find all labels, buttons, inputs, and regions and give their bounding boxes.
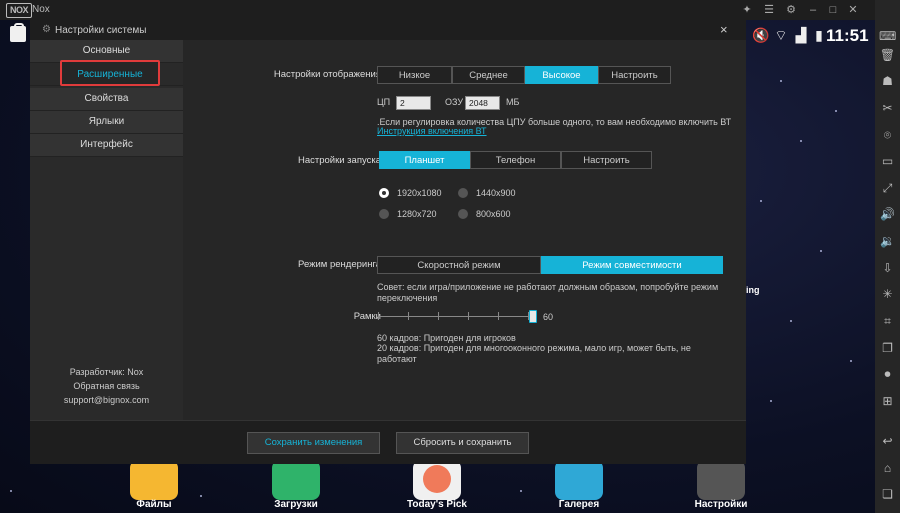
feedback-link[interactable]: Обратная связь: [30, 381, 183, 391]
multi-instance-icon[interactable]: ❐: [879, 340, 896, 357]
display-option-high[interactable]: Высокое: [525, 66, 598, 84]
launch-option-custom[interactable]: Настроить: [561, 151, 652, 169]
resolution-label-1280: 1280x720: [397, 209, 437, 219]
trash-icon[interactable]: 🗑: [879, 47, 896, 64]
recent-apps-icon[interactable]: ❏: [879, 486, 896, 503]
wifi-icon: ⌔: [774, 27, 788, 43]
shake-icon[interactable]: ✳: [879, 286, 896, 303]
settings-dialog: ⚙ Настройки системы × Основные Расширенн…: [30, 20, 746, 464]
nav-item-advanced[interactable]: Расширенные: [60, 60, 160, 86]
fps-slider-tick: [408, 312, 409, 320]
install-apk-icon[interactable]: ⇩: [879, 260, 896, 277]
dock-label-gallery: Галерея: [558, 499, 600, 510]
ram-input[interactable]: 2048: [465, 96, 500, 110]
fps-slider-track: [378, 316, 533, 317]
gallery-app-icon[interactable]: [555, 460, 603, 500]
dock-label-todays-pick: Today's Pick: [407, 499, 467, 510]
settings-content: Настройки отображения Низкое Среднее Выс…: [183, 40, 746, 420]
gear-icon[interactable]: ⚙: [783, 2, 799, 18]
dialog-title: Настройки системы: [55, 25, 147, 36]
macro-icon[interactable]: ⌗: [879, 313, 896, 330]
ram-unit: МБ: [506, 97, 520, 107]
settings-nav: Основные Расширенные Свойства Ярлыки Инт…: [30, 40, 183, 420]
partial-app-label: ing: [746, 285, 760, 295]
files-app-icon[interactable]: [130, 460, 178, 500]
display-settings-label: Настройки отображения: [273, 69, 381, 80]
launch-option-tablet[interactable]: Планшет: [379, 151, 470, 169]
resolution-label-800: 800x600: [476, 209, 511, 219]
emulator-sidebar: ⌨ 🗑 ☗ ✂ ⌾ ▭ ⤢ 🔊 🔉 ⇩ ✳ ⌗ ❐ ⏺ ⊞ ↩ ⌂ ❏: [875, 0, 900, 513]
frames-label: Рамки: [353, 311, 381, 322]
nav-item-properties[interactable]: Свойства: [30, 88, 183, 111]
resolution-label-1440: 1440x900: [476, 188, 516, 198]
add-icon[interactable]: ⊞: [879, 393, 896, 410]
ram-label: ОЗУ: [445, 97, 464, 107]
support-email[interactable]: support@bignox.com: [30, 395, 183, 405]
fps-slider-tick: [438, 312, 439, 320]
dialog-gear-icon: ⚙: [42, 24, 51, 35]
close-icon[interactable]: ✕: [845, 2, 861, 18]
fps-slider[interactable]: [378, 310, 537, 323]
status-clock: 11:51: [826, 26, 869, 45]
back-icon[interactable]: ↩: [879, 433, 896, 450]
record-icon[interactable]: ⏺: [879, 366, 896, 383]
scissors-icon[interactable]: ✂: [879, 100, 896, 117]
fps-note-20: 20 кадров: Пригоден для многооконного ре…: [377, 343, 691, 364]
launch-option-phone[interactable]: Телефон: [470, 151, 561, 169]
volume-up-icon[interactable]: 🔊: [879, 206, 896, 223]
settings-app-icon[interactable]: [697, 460, 745, 500]
nox-logo: NOX: [6, 3, 32, 18]
signal-icon: ▟: [795, 27, 807, 43]
nav-item-shortcuts[interactable]: Ярлыки: [30, 111, 183, 134]
home-icon[interactable]: ⌂: [879, 460, 896, 477]
cpu-input[interactable]: 2: [396, 96, 431, 110]
shopping-bag-icon: [10, 23, 26, 42]
fps-slider-tick: [378, 312, 379, 320]
display-option-low[interactable]: Низкое: [377, 66, 452, 84]
dock-label-files: Файлы: [136, 499, 172, 510]
vt-instructions-link[interactable]: Инструкция включения ВТ: [377, 126, 487, 136]
dialog-footer: Сохранить изменения Сбросить и сохранить: [30, 420, 746, 464]
fps-slider-tick: [468, 312, 469, 320]
resolution-radio-1920[interactable]: [379, 188, 389, 198]
dock-label-settings: Настройки: [694, 499, 748, 510]
render-option-speed[interactable]: Скоростной режим: [377, 256, 541, 274]
volume-down-icon[interactable]: 🔉: [879, 233, 896, 250]
dock-label-downloads: Загрузки: [274, 499, 318, 510]
mute-icon: 🔇: [752, 27, 770, 43]
maximize-icon[interactable]: □: [825, 2, 841, 18]
nav-item-interface[interactable]: Интерфейс: [30, 134, 183, 157]
window-title: Nox: [32, 4, 50, 15]
resolution-radio-800[interactable]: [458, 209, 468, 219]
resolution-radio-1280[interactable]: [379, 209, 389, 219]
emulator-title-bar: NOX Nox ✦ ☰ ⚙ – □ ✕: [0, 0, 900, 20]
render-tip: Совет: если игра/приложение не работают …: [377, 282, 719, 303]
location-icon[interactable]: ⌾: [879, 127, 896, 144]
resolution-radio-1440[interactable]: [458, 188, 468, 198]
fps-value: 60: [543, 312, 554, 322]
save-changes-button[interactable]: Сохранить изменения: [247, 432, 380, 454]
downloads-app-icon[interactable]: [272, 460, 320, 500]
minimize-icon[interactable]: –: [805, 2, 821, 18]
launch-settings-label: Настройки запуска: [297, 155, 381, 166]
fps-slider-knob[interactable]: [529, 310, 537, 323]
developer-text: Разработчик: Nox: [69, 367, 144, 377]
reset-save-button[interactable]: Сбросить и сохранить: [396, 432, 529, 454]
resolution-label-1920: 1920x1080: [397, 188, 442, 198]
keyboard-icon[interactable]: ⌨: [879, 28, 896, 45]
screen-icon[interactable]: ▭: [879, 153, 896, 170]
render-mode-label: Режим рендеринга: [298, 259, 381, 270]
display-option-medium[interactable]: Среднее: [452, 66, 525, 84]
dialog-close-button[interactable]: ×: [720, 22, 728, 37]
cpu-label: ЦП: [377, 97, 391, 107]
fullscreen-icon[interactable]: ⤢: [879, 180, 896, 197]
robot-icon[interactable]: ☗: [879, 73, 896, 90]
display-option-custom[interactable]: Настроить: [598, 66, 671, 84]
menu-icon[interactable]: ☰: [761, 2, 777, 18]
todays-pick-app-icon[interactable]: [413, 460, 461, 500]
render-option-compat[interactable]: Режим совместимости: [541, 256, 723, 274]
pin-icon[interactable]: ✦: [739, 2, 755, 18]
fps-slider-tick: [498, 312, 499, 320]
